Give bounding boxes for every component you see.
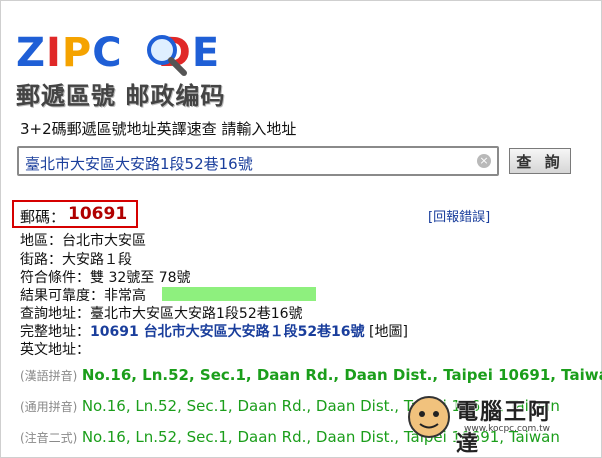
full-address-row: 完整地址：10691 台北市大安區大安路１段52巷16號 [地圖] — [20, 323, 408, 341]
address-search-input[interactable]: 臺北市大安區大安路1段52巷16號 × — [17, 146, 499, 176]
logo-letter: Z — [16, 30, 47, 76]
logo-letter: C — [92, 30, 123, 76]
reliability-bar — [162, 287, 316, 301]
english-tag: (通用拼音) — [20, 400, 78, 414]
search-tagline: 3+2碼郵遞區號地址英譯速查 請輸入地址 — [20, 120, 297, 138]
street-row: 街路：大安路１段 — [20, 252, 132, 268]
english-tag: (注音二式) — [20, 431, 78, 445]
logo-letter: E — [191, 30, 221, 76]
zipcode-logo[interactable]: ZIPCODE 郵遞區號 邮政编码 — [16, 30, 236, 110]
search-input-value: 臺北市大安區大安路1段52巷16號 — [25, 155, 253, 173]
english-row-hanyu: (漢語拼音) No.16, Ln.52, Sec.1, Daan Rd., Da… — [20, 366, 602, 384]
zipcode-value: 10691 — [68, 204, 128, 224]
watermark-url: www.kocpc.com.tw — [464, 424, 550, 434]
query-address-row: 查詢地址：臺北市大安區大安路1段52巷16號 — [20, 306, 303, 322]
logo-subtitle: 郵遞區號 邮政编码 — [16, 82, 226, 110]
map-link[interactable]: [地圖] — [369, 324, 408, 340]
site-watermark: 電腦王阿達 www.kocpc.com.tw — [402, 392, 572, 457]
english-value: No.16, Ln.52, Sec.1, Daan Rd., Daan Dist… — [81, 366, 602, 384]
clear-icon[interactable]: × — [477, 154, 491, 168]
logo-letter: P — [61, 30, 93, 76]
search-button[interactable]: 查 詢 — [509, 148, 571, 174]
zipcode-result-box: 郵碼： 10691 — [12, 200, 138, 228]
magnifier-icon — [147, 35, 187, 76]
zipcode-label: 郵碼： — [20, 208, 66, 226]
full-address-label: 完整地址： — [20, 324, 90, 340]
region-row: 地區：台北市大安區 — [20, 233, 146, 249]
full-address-value[interactable]: 10691 台北市大安區大安路１段52巷16號 — [90, 324, 365, 340]
logo-letter: I — [46, 30, 62, 76]
mascot-icon — [408, 396, 450, 438]
logo-wordmark: ZIPCODE — [16, 30, 220, 76]
condition-row: 符合條件：雙 32號至 78號 — [20, 270, 191, 286]
english-address-label: 英文地址： — [20, 342, 90, 358]
report-error-link[interactable]: [回報錯誤] — [428, 206, 490, 225]
english-tag: (漢語拼音) — [20, 369, 78, 383]
reliability-row: 結果可靠度：非常高 — [20, 288, 146, 304]
